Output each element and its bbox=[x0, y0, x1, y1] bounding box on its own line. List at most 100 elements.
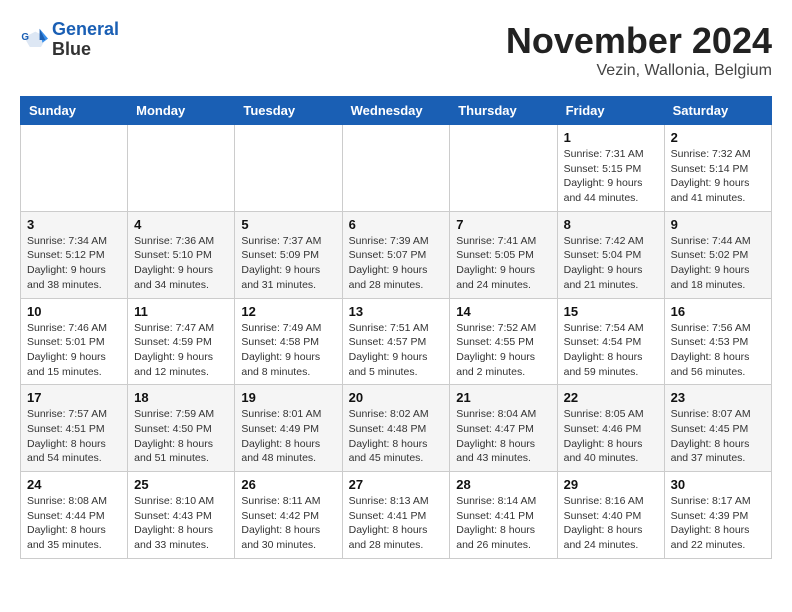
day-number: 17 bbox=[27, 390, 121, 405]
calendar-week-row: 1 Sunrise: 7:31 AM Sunset: 5:15 PM Daylig… bbox=[21, 125, 772, 212]
calendar-cell: 24 Sunrise: 8:08 AM Sunset: 4:44 PM Dayli… bbox=[21, 472, 128, 559]
calendar-cell: 27 Sunrise: 8:13 AM Sunset: 4:41 PM Dayli… bbox=[342, 472, 450, 559]
calendar-cell bbox=[235, 125, 342, 212]
day-info: Sunrise: 8:07 AM Sunset: 4:45 PM Dayligh… bbox=[671, 407, 765, 466]
day-info: Sunrise: 7:59 AM Sunset: 4:50 PM Dayligh… bbox=[134, 407, 228, 466]
day-number: 13 bbox=[349, 304, 444, 319]
day-number: 30 bbox=[671, 477, 765, 492]
day-info: Sunrise: 7:32 AM Sunset: 5:14 PM Dayligh… bbox=[671, 147, 765, 206]
day-number: 16 bbox=[671, 304, 765, 319]
calendar-cell: 19 Sunrise: 8:01 AM Sunset: 4:49 PM Dayli… bbox=[235, 385, 342, 472]
calendar-day-header: Friday bbox=[557, 97, 664, 125]
calendar-cell: 23 Sunrise: 8:07 AM Sunset: 4:45 PM Dayli… bbox=[664, 385, 771, 472]
day-info: Sunrise: 8:14 AM Sunset: 4:41 PM Dayligh… bbox=[456, 494, 550, 553]
day-info: Sunrise: 7:47 AM Sunset: 4:59 PM Dayligh… bbox=[134, 321, 228, 380]
calendar-week-row: 3 Sunrise: 7:34 AM Sunset: 5:12 PM Daylig… bbox=[21, 211, 772, 298]
day-number: 5 bbox=[241, 217, 335, 232]
calendar-cell: 5 Sunrise: 7:37 AM Sunset: 5:09 PM Daylig… bbox=[235, 211, 342, 298]
day-number: 28 bbox=[456, 477, 550, 492]
day-info: Sunrise: 8:10 AM Sunset: 4:43 PM Dayligh… bbox=[134, 494, 228, 553]
day-info: Sunrise: 7:46 AM Sunset: 5:01 PM Dayligh… bbox=[27, 321, 121, 380]
day-number: 7 bbox=[456, 217, 550, 232]
header: G General Blue November 2024 Vezin, Wall… bbox=[20, 20, 772, 80]
calendar-header-row: SundayMondayTuesdayWednesdayThursdayFrid… bbox=[21, 97, 772, 125]
day-number: 20 bbox=[349, 390, 444, 405]
calendar-day-header: Sunday bbox=[21, 97, 128, 125]
calendar-cell: 8 Sunrise: 7:42 AM Sunset: 5:04 PM Daylig… bbox=[557, 211, 664, 298]
calendar-cell: 25 Sunrise: 8:10 AM Sunset: 4:43 PM Dayli… bbox=[128, 472, 235, 559]
calendar-week-row: 10 Sunrise: 7:46 AM Sunset: 5:01 PM Dayli… bbox=[21, 298, 772, 385]
day-number: 26 bbox=[241, 477, 335, 492]
day-number: 24 bbox=[27, 477, 121, 492]
day-number: 21 bbox=[456, 390, 550, 405]
day-info: Sunrise: 8:11 AM Sunset: 4:42 PM Dayligh… bbox=[241, 494, 335, 553]
logo-text: General Blue bbox=[52, 20, 119, 60]
calendar-week-row: 24 Sunrise: 8:08 AM Sunset: 4:44 PM Dayli… bbox=[21, 472, 772, 559]
day-number: 23 bbox=[671, 390, 765, 405]
day-number: 2 bbox=[671, 130, 765, 145]
calendar-cell: 6 Sunrise: 7:39 AM Sunset: 5:07 PM Daylig… bbox=[342, 211, 450, 298]
day-info: Sunrise: 7:54 AM Sunset: 4:54 PM Dayligh… bbox=[564, 321, 658, 380]
calendar-day-header: Thursday bbox=[450, 97, 557, 125]
calendar-day-header: Wednesday bbox=[342, 97, 450, 125]
day-number: 27 bbox=[349, 477, 444, 492]
month-title: November 2024 bbox=[506, 20, 772, 62]
day-info: Sunrise: 7:51 AM Sunset: 4:57 PM Dayligh… bbox=[349, 321, 444, 380]
calendar-cell: 12 Sunrise: 7:49 AM Sunset: 4:58 PM Dayli… bbox=[235, 298, 342, 385]
calendar-cell: 29Sunrise: 8:16 AM Sunset: 4:40 PM Dayli… bbox=[557, 472, 664, 559]
calendar-cell: 4Sunrise: 7:36 AM Sunset: 5:10 PM Daylig… bbox=[128, 211, 235, 298]
day-info: Sunrise: 7:37 AM Sunset: 5:09 PM Dayligh… bbox=[241, 234, 335, 293]
calendar-cell bbox=[21, 125, 128, 212]
day-info: Sunrise: 8:08 AM Sunset: 4:44 PM Dayligh… bbox=[27, 494, 121, 553]
day-number: 3 bbox=[27, 217, 121, 232]
calendar-cell bbox=[128, 125, 235, 212]
day-info: Sunrise: 7:56 AM Sunset: 4:53 PM Dayligh… bbox=[671, 321, 765, 380]
calendar-cell: 30Sunrise: 8:17 AM Sunset: 4:39 PM Dayli… bbox=[664, 472, 771, 559]
page-container: G General Blue November 2024 Vezin, Wall… bbox=[20, 20, 772, 559]
day-info: Sunrise: 7:49 AM Sunset: 4:58 PM Dayligh… bbox=[241, 321, 335, 380]
calendar-cell: 22 Sunrise: 8:05 AM Sunset: 4:46 PM Dayli… bbox=[557, 385, 664, 472]
day-number: 6 bbox=[349, 217, 444, 232]
calendar-day-header: Monday bbox=[128, 97, 235, 125]
day-info: Sunrise: 7:34 AM Sunset: 5:12 PM Dayligh… bbox=[27, 234, 121, 293]
calendar-cell: 16 Sunrise: 7:56 AM Sunset: 4:53 PM Dayli… bbox=[664, 298, 771, 385]
day-number: 8 bbox=[564, 217, 658, 232]
day-info: Sunrise: 7:31 AM Sunset: 5:15 PM Dayligh… bbox=[564, 147, 658, 206]
day-number: 29 bbox=[564, 477, 658, 492]
day-info: Sunrise: 7:39 AM Sunset: 5:07 PM Dayligh… bbox=[349, 234, 444, 293]
day-number: 9 bbox=[671, 217, 765, 232]
day-number: 22 bbox=[564, 390, 658, 405]
calendar-day-header: Tuesday bbox=[235, 97, 342, 125]
calendar-cell: 20 Sunrise: 8:02 AM Sunset: 4:48 PM Dayli… bbox=[342, 385, 450, 472]
title-area: November 2024 Vezin, Wallonia, Belgium bbox=[506, 20, 772, 80]
day-number: 18 bbox=[134, 390, 228, 405]
calendar-cell: 17 Sunrise: 7:57 AM Sunset: 4:51 PM Dayli… bbox=[21, 385, 128, 472]
day-info: Sunrise: 8:02 AM Sunset: 4:48 PM Dayligh… bbox=[349, 407, 444, 466]
day-info: Sunrise: 7:42 AM Sunset: 5:04 PM Dayligh… bbox=[564, 234, 658, 293]
day-info: Sunrise: 8:05 AM Sunset: 4:46 PM Dayligh… bbox=[564, 407, 658, 466]
calendar-cell: 13 Sunrise: 7:51 AM Sunset: 4:57 PM Dayli… bbox=[342, 298, 450, 385]
calendar-cell bbox=[450, 125, 557, 212]
day-info: Sunrise: 7:57 AM Sunset: 4:51 PM Dayligh… bbox=[27, 407, 121, 466]
calendar-cell bbox=[342, 125, 450, 212]
day-number: 11 bbox=[134, 304, 228, 319]
calendar-week-row: 17 Sunrise: 7:57 AM Sunset: 4:51 PM Dayli… bbox=[21, 385, 772, 472]
day-number: 12 bbox=[241, 304, 335, 319]
day-info: Sunrise: 8:13 AM Sunset: 4:41 PM Dayligh… bbox=[349, 494, 444, 553]
day-info: Sunrise: 7:44 AM Sunset: 5:02 PM Dayligh… bbox=[671, 234, 765, 293]
day-info: Sunrise: 7:36 AM Sunset: 5:10 PM Dayligh… bbox=[134, 234, 228, 293]
calendar-cell: 10 Sunrise: 7:46 AM Sunset: 5:01 PM Dayli… bbox=[21, 298, 128, 385]
day-info: Sunrise: 7:41 AM Sunset: 5:05 PM Dayligh… bbox=[456, 234, 550, 293]
day-number: 1 bbox=[564, 130, 658, 145]
calendar-cell: 28 Sunrise: 8:14 AM Sunset: 4:41 PM Dayli… bbox=[450, 472, 557, 559]
day-info: Sunrise: 7:52 AM Sunset: 4:55 PM Dayligh… bbox=[456, 321, 550, 380]
calendar-cell: 14Sunrise: 7:52 AM Sunset: 4:55 PM Dayli… bbox=[450, 298, 557, 385]
day-number: 19 bbox=[241, 390, 335, 405]
day-info: Sunrise: 8:01 AM Sunset: 4:49 PM Dayligh… bbox=[241, 407, 335, 466]
calendar-day-header: Saturday bbox=[664, 97, 771, 125]
calendar-cell: 15Sunrise: 7:54 AM Sunset: 4:54 PM Dayli… bbox=[557, 298, 664, 385]
day-number: 10 bbox=[27, 304, 121, 319]
calendar-table: SundayMondayTuesdayWednesdayThursdayFrid… bbox=[20, 96, 772, 559]
day-number: 25 bbox=[134, 477, 228, 492]
calendar-cell: 1 Sunrise: 7:31 AM Sunset: 5:15 PM Daylig… bbox=[557, 125, 664, 212]
